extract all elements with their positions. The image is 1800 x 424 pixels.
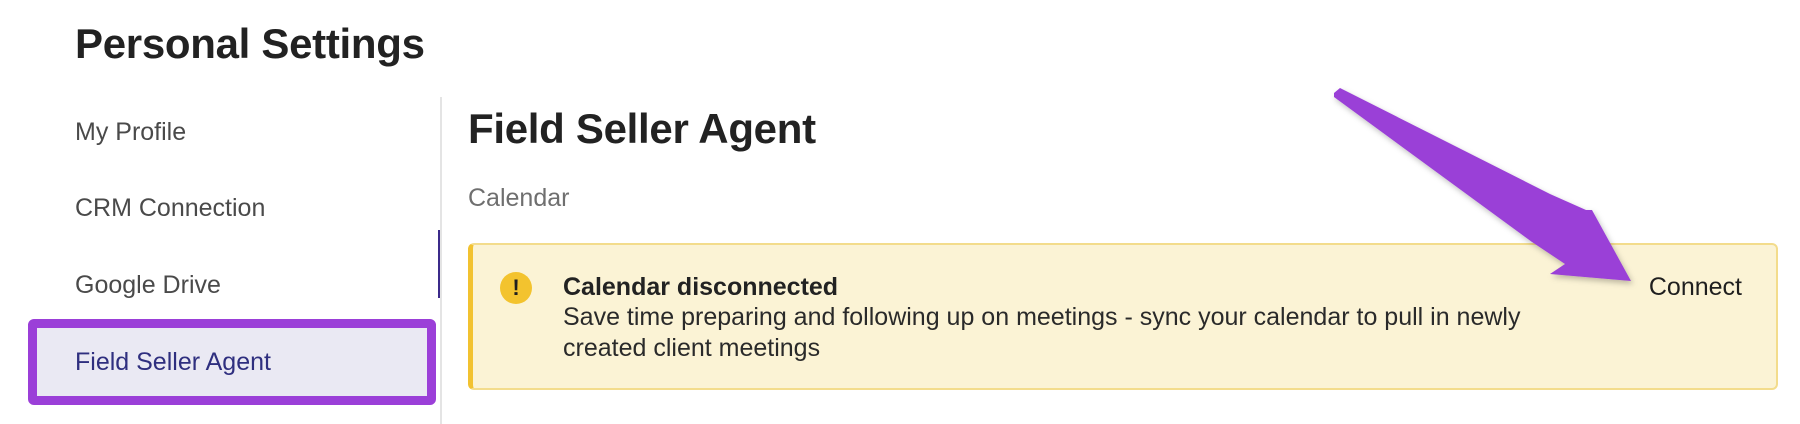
settings-sidebar: My Profile CRM Connection Google Drive F…	[0, 97, 440, 424]
alert-title: Calendar disconnected	[563, 273, 839, 301]
sidebar-item-label: Google Drive	[75, 271, 221, 299]
sidebar-item-label: My Profile	[75, 118, 187, 146]
sidebar-item-label: CRM Connection	[75, 194, 266, 222]
sidebar-item-crm-connection[interactable]: CRM Connection	[75, 188, 265, 228]
subsection-label-calendar: Calendar	[468, 184, 570, 212]
page-title: Personal Settings	[75, 20, 425, 67]
sidebar-divider	[440, 97, 442, 424]
calendar-disconnected-alert: ! Calendar disconnected Save time prepar…	[468, 243, 1778, 390]
sidebar-item-field-seller-agent[interactable]: Field Seller Agent	[28, 319, 436, 405]
connect-button[interactable]: Connect	[1649, 270, 1742, 304]
exclamation-icon: !	[500, 272, 532, 304]
sidebar-item-label: Field Seller Agent	[75, 348, 271, 376]
alert-message: Save time preparing and following up on …	[563, 303, 1521, 362]
sidebar-item-my-profile[interactable]: My Profile	[75, 112, 186, 152]
section-title: Field Seller Agent	[468, 105, 816, 152]
personal-settings-page: Personal Settings My Profile CRM Connect…	[0, 0, 1800, 424]
sidebar-item-google-drive[interactable]: Google Drive	[75, 265, 221, 305]
